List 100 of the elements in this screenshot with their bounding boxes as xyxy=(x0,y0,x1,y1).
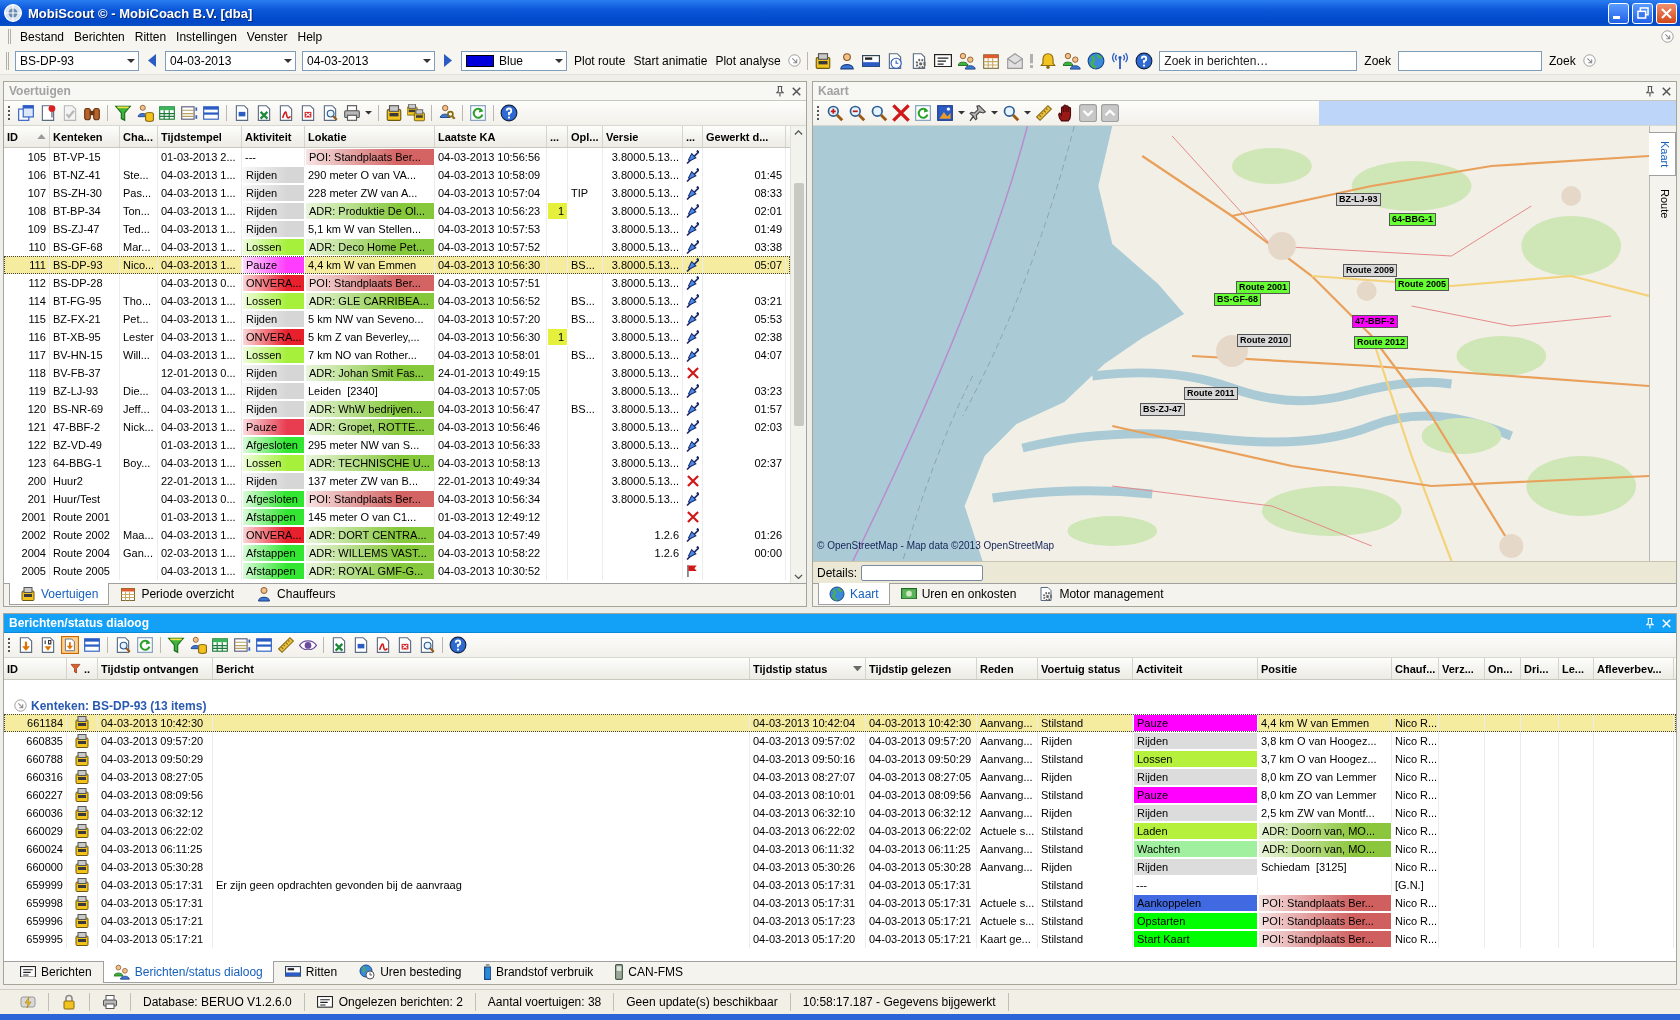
column-header[interactable]: Tijdstip gelezen xyxy=(866,658,977,679)
open-envelope-icon[interactable] xyxy=(1005,51,1024,70)
table-row[interactable]: 660788 04-03-2013 09:50:29 04-03-2013 09:50:16 04-03-2013 09:50:29 Aanvang... Stilstand Lossen 3,7 km O van Hoogez... Nico R... xyxy=(4,750,1676,768)
chevron-up-icon[interactable] xyxy=(1101,104,1119,122)
column-header[interactable]: On... xyxy=(1485,658,1521,679)
spreadsheet-icon[interactable] xyxy=(255,104,273,122)
arrow-circle-icon[interactable] xyxy=(1661,30,1674,43)
help-icon[interactable] xyxy=(449,636,467,654)
color-dropdown[interactable]: Blue xyxy=(461,50,567,71)
table-row[interactable]: 659996 04-03-2013 05:17:21 04-03-2013 05:17:23 04-03-2013 05:17:21 Actuele s... Stilstand Opstarten POI: Standplaats Ber... Nico R... xyxy=(4,912,1676,930)
table-row[interactable]: 659995 04-03-2013 05:17:21 04-03-2013 05:17:20 04-03-2013 05:17:21 Kaart ge... Stilstand Start Kaart POI: Standplaats Ber... Nico R... xyxy=(4,930,1676,948)
tab[interactable]: Periode overzicht xyxy=(109,584,246,604)
document-arrow-icon[interactable] xyxy=(17,636,35,654)
toolbar-button[interactable]: Plot route xyxy=(573,53,627,68)
calendar-icon[interactable] xyxy=(981,51,1000,70)
person-key-icon[interactable] xyxy=(438,104,456,122)
map-marker-label[interactable]: BS-GF-68 xyxy=(1214,293,1261,306)
menu-item[interactable]: Venster xyxy=(241,27,293,46)
tab[interactable]: Uren en onkosten xyxy=(889,584,1028,604)
arrow-circle-icon[interactable] xyxy=(787,54,801,67)
column-header[interactable]: Dri... xyxy=(1521,658,1559,679)
printer-icon[interactable] xyxy=(385,104,403,122)
split-view-icon[interactable] xyxy=(202,104,220,122)
column-header[interactable]: Positie xyxy=(1258,658,1392,679)
menu-item[interactable]: Bestand xyxy=(15,27,70,46)
menu-item[interactable]: Ritten xyxy=(129,27,172,46)
split-view-icon[interactable] xyxy=(83,636,101,654)
table-row[interactable]: 659998 04-03-2013 05:17:31 04-03-2013 05:17:31 04-03-2013 05:17:31 Actuele s... Stilstand Aankoppelen POI: Standplaats Ber... Nico R... xyxy=(4,894,1676,912)
tab[interactable]: CAN-FMS xyxy=(604,962,694,982)
scrollbar[interactable] xyxy=(790,126,806,583)
search-field[interactable]: Zoek in berichten… xyxy=(1159,50,1358,71)
person-icon[interactable] xyxy=(837,51,856,70)
bell-icon[interactable] xyxy=(1039,51,1058,70)
caret-icon[interactable] xyxy=(1024,111,1031,115)
column-header[interactable]: Reden xyxy=(977,658,1038,679)
document-icon[interactable] xyxy=(233,104,251,122)
funnel-icon[interactable] xyxy=(167,636,185,654)
magnifier-icon[interactable] xyxy=(870,104,888,122)
globe-icon[interactable] xyxy=(1087,51,1106,70)
column-header[interactable]: ... xyxy=(547,126,568,147)
menu-item[interactable]: Instellingen xyxy=(171,27,242,46)
document-digits-icon[interactable] xyxy=(39,636,57,654)
table-row[interactable]: 111 BS-DP-93 Nico... 04-03-2013 1... Pauze 4,4 km W van Emmen 04-03-2013 10:56:30 BS... 3.8000.5.13... 05:07 xyxy=(4,256,790,274)
printers-icon[interactable] xyxy=(407,104,425,122)
details-field[interactable] xyxy=(861,564,983,581)
table-row[interactable]: 114 BT-FG-95 Tho... 04-03-2013 1... Lossen ADR: GLE CARRIBEA... 04-03-2013 10:56:52 BS... 3.8000.5.13... 03:21 xyxy=(4,292,790,310)
refresh-icon[interactable] xyxy=(136,636,154,654)
column-header[interactable]: Laatste KA xyxy=(435,126,547,147)
help-icon[interactable] xyxy=(1135,51,1154,70)
tab[interactable]: Kaart xyxy=(1649,132,1676,177)
table-row[interactable]: 2005 Route 2005 04-03-2013 1... Afstappen ADR: ROYAL GMF-G... 04-03-2013 10:30:52 xyxy=(4,562,790,580)
table-row[interactable]: 2002 Route 2002 Maa... 04-03-2013 1... ONVERA... ADR: DORT CENTRA... 04-03-2013 10:57:49 1.2.6 01:26 xyxy=(4,526,790,544)
tab[interactable]: Motor management xyxy=(1027,584,1175,604)
document-cross-icon[interactable] xyxy=(396,636,414,654)
date-dropdown[interactable]: 04-03-2013 xyxy=(302,50,435,71)
document-cross-icon[interactable] xyxy=(299,104,317,122)
column-header[interactable]: Opl... xyxy=(568,126,603,147)
column-header[interactable]: Tijdstip ontvangen xyxy=(98,658,213,679)
document-pin-icon[interactable] xyxy=(39,104,57,122)
card-icon[interactable] xyxy=(861,54,880,67)
cross-icon[interactable] xyxy=(892,104,910,122)
restore-button[interactable] xyxy=(1632,2,1653,24)
tab[interactable]: Brandstof verbruik xyxy=(472,962,605,982)
printer-icon[interactable] xyxy=(813,51,832,70)
map-marker-label[interactable]: 64-BBG-1 xyxy=(1389,213,1436,226)
ruler-icon[interactable] xyxy=(1035,104,1053,122)
map-marker-label[interactable]: Route 2001 xyxy=(1236,281,1291,294)
map-marker-label[interactable]: Route 2009 xyxy=(1343,264,1398,277)
magnifier-icon[interactable] xyxy=(1002,104,1020,122)
document-search-icon[interactable] xyxy=(321,104,339,122)
eye-icon[interactable] xyxy=(299,639,317,651)
column-header[interactable]: Verz... xyxy=(1439,658,1485,679)
arrow-left-icon[interactable] xyxy=(148,54,156,67)
document-icon[interactable] xyxy=(352,636,370,654)
split-view-icon[interactable] xyxy=(255,636,273,654)
column-header[interactable]: Versie xyxy=(603,126,683,147)
tab[interactable]: Kaart xyxy=(818,583,890,605)
map-marker-label[interactable]: 47-BBF-2 xyxy=(1352,315,1398,328)
toolbar-button[interactable]: Start animatie xyxy=(632,53,709,68)
close-icon[interactable] xyxy=(1662,86,1671,96)
caret-icon[interactable] xyxy=(365,111,372,115)
date-dropdown[interactable]: 04-03-2013 xyxy=(165,50,296,71)
arrow-down-icon[interactable] xyxy=(794,573,803,579)
column-header[interactable]: Lokatie xyxy=(305,126,435,147)
table-row[interactable]: 116 BT-XB-95 Lester 04-03-2013 1... ONVERA... 5 km Z van Beverley,... 04-03-2013 10:56:30 1 3.8000.5.13... 02:38 xyxy=(4,328,790,346)
tab[interactable]: Voertuigen xyxy=(9,583,110,605)
spreadsheet-icon[interactable] xyxy=(330,636,348,654)
refresh-icon[interactable] xyxy=(914,104,932,122)
person-database-icon[interactable] xyxy=(189,636,207,654)
pdf-icon[interactable] xyxy=(277,104,295,122)
table-icon[interactable] xyxy=(211,636,229,654)
people-icon[interactable] xyxy=(1063,51,1082,70)
map-marker-label[interactable]: Route 2005 xyxy=(1395,278,1450,291)
vehicle-dropdown[interactable]: BS-DP-93 xyxy=(15,50,139,71)
toolbar-button[interactable]: Plot analyse xyxy=(714,53,782,68)
search-button[interactable]: Zoek xyxy=(1548,53,1577,68)
sort-arrow-icon[interactable] xyxy=(853,665,862,672)
tab[interactable]: Ritten xyxy=(273,962,349,982)
printer-icon[interactable] xyxy=(343,104,361,122)
column-header[interactable]: Bericht xyxy=(213,658,750,679)
